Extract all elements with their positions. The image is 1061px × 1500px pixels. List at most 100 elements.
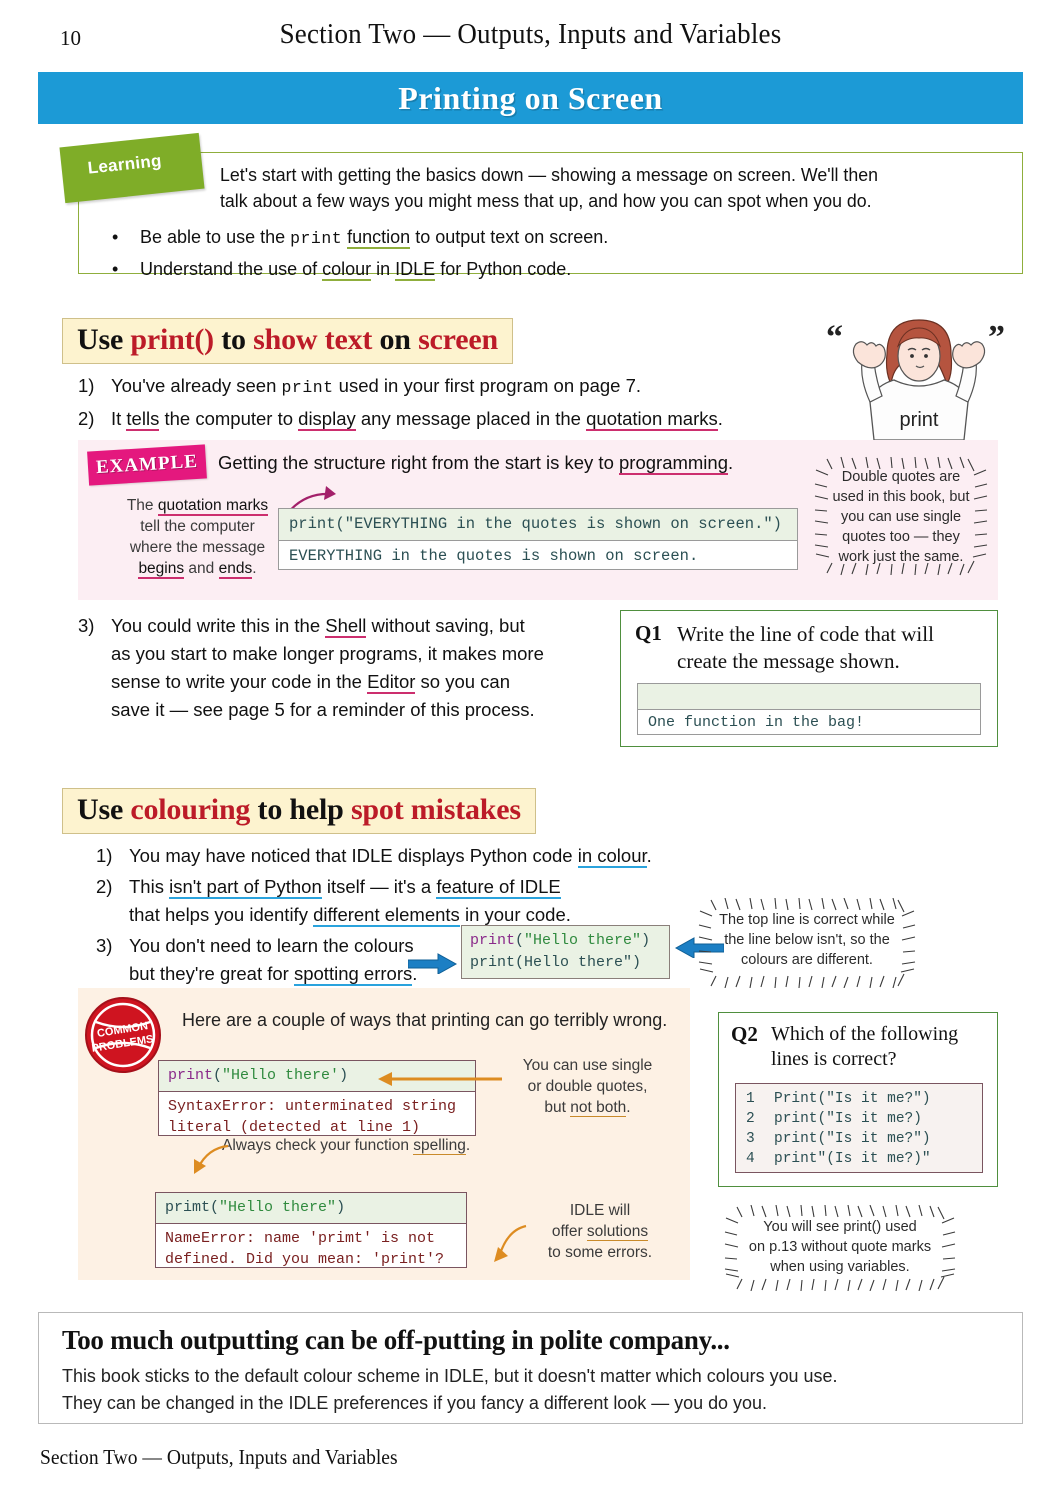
s2-i3-l1: You don't need to learn the colours (129, 935, 414, 956)
example-code-box: print("EVERYTHING in the quotes is shown… (278, 508, 798, 570)
s1-i3-l1b: without saving, but (366, 615, 525, 636)
s2-item-2: 2) This isn't part of Python itself — it… (96, 873, 716, 929)
q1-answer-input[interactable] (638, 684, 980, 710)
p1-ann-l1: You can use single (522, 1057, 653, 1074)
right-quote-glyph: ” (988, 319, 1005, 356)
ex-ann-l1-pre: The (126, 497, 158, 514)
jagged-border-icon (698, 898, 916, 988)
lo2-pre: Understand the use of (140, 259, 323, 279)
s1h-3: show text (253, 323, 373, 356)
p1-err-l1: SyntaxError: unterminated string (168, 1098, 457, 1115)
link-spotting-errors: spotting errors (293, 963, 413, 986)
lo-tab-line1: Learning (86, 150, 163, 178)
lo1-pre: Be able to use the (140, 227, 291, 247)
p1-fn: print (168, 1067, 214, 1084)
footer-body-line2: They can be changed in the IDLE preferen… (62, 1392, 767, 1413)
sticky1-line2: used in this book, but (832, 489, 970, 505)
footer-joke-heading: Too much outputting can be off-putting i… (62, 1325, 730, 1355)
ex-ann-l4-end: . (252, 560, 257, 577)
s1-i3-l2: as you start to make longer programs, it… (111, 643, 544, 664)
s1-item2-c: any message placed in the (355, 408, 587, 429)
ex-ann-l3: where the message (129, 539, 266, 556)
section2-heading: Use colouring to help spot mistakes (62, 788, 536, 834)
s1h-5: screen (418, 323, 498, 356)
lo-intro-line1: Let's start with getting the basics down… (220, 164, 879, 185)
example-code-input: print("EVERYTHING in the quotes is shown… (279, 509, 797, 541)
p2-fn: primt (165, 1199, 211, 1216)
s2-i3-l2a: but they're great for (129, 963, 294, 984)
colour-compare-code-box: print("Hello there") print(Hello there") (461, 925, 670, 979)
section1-list: 1) You've already seen print used in you… (78, 372, 798, 436)
q2-opt4-code: print"(Is it me?)" (774, 1151, 931, 1167)
s1-item2-number: 2) (78, 408, 95, 429)
question-2-box: Q2 Which of the following lines is corre… (718, 1012, 998, 1187)
link-not-both: not both (570, 1099, 627, 1117)
lo2-post: for Python code. (435, 259, 572, 279)
arrow-right-blue-icon (408, 953, 458, 974)
example-badge: EXAMPLE (87, 444, 207, 486)
p1-err-l2: literal (detected at line 1) (168, 1119, 421, 1136)
problem2-code-box: primt("Hello there") NameError: name 'pr… (155, 1192, 467, 1268)
sticky1-line3: you can use single (840, 509, 962, 525)
example-code-output: EVERYTHING in the quotes is shown on scr… (289, 547, 699, 565)
sticky1-line5: work just the same. (838, 549, 964, 565)
topic-title: Printing on Screen (398, 80, 663, 116)
q2-label: Q2 (731, 1022, 758, 1046)
learning-objectives-list: • Be able to use the print function to o… (112, 222, 992, 284)
s1-i3-l3b: so you can (415, 671, 511, 692)
lo2-link-colour: colour (322, 259, 372, 281)
p2-close: ) (336, 1199, 346, 1216)
s2-i2-l1b: itself — it's a (321, 876, 437, 897)
textbook-page: 10 Section Two — Outputs, Inputs and Var… (0, 0, 1061, 1500)
learning-objectives-intro: Let's start with getting the basics down… (220, 162, 978, 214)
link-isnt-part-of-python: isn't part of Python (169, 876, 322, 899)
q2-option-2[interactable]: 2 print("Is it me?) (736, 1109, 982, 1129)
compare-fn-print: print (470, 932, 516, 949)
link-display: display (298, 408, 356, 431)
link-programming: programming (619, 452, 728, 475)
p1-ann-l3: but (544, 1099, 571, 1116)
link-in-colour: in colour (577, 845, 647, 868)
ex-ann-l4-mid: and (184, 560, 219, 577)
p2-string: "Hello there" (219, 1199, 337, 1216)
q2-text-line1: Which of the following (771, 1023, 959, 1045)
lo-item-1: • Be able to use the print function to o… (112, 222, 992, 254)
compare-line-2: print(Hello there") (470, 954, 642, 971)
q2-opt2-num: 2 (746, 1111, 755, 1127)
q1-label: Q1 (635, 621, 662, 645)
p2-open: ( (210, 1199, 220, 1216)
q2-option-4[interactable]: 4 print"(Is it me?)" (736, 1149, 982, 1169)
example-lead-post: . (728, 452, 734, 473)
problem1-annotation: You can use single or double quotes, but… (500, 1055, 675, 1118)
common-problems-stamp: COMMON PROBLEMS (84, 996, 162, 1074)
p1-string: "Hello there' (222, 1067, 340, 1084)
s1-item-1: 1) You've already seen print used in you… (78, 372, 798, 402)
compare-close-paren: ) (641, 932, 651, 949)
s1-item2-b: the computer to (159, 408, 299, 429)
topic-title-bar: Printing on Screen (38, 72, 1023, 124)
q2-opt1-num: 1 (746, 1091, 755, 1107)
s1-item3-number: 3) (78, 615, 95, 636)
s2-i2-l1a: This (129, 876, 170, 897)
q2-opt3-num: 3 (746, 1131, 755, 1147)
ex-ann-l2: tell the computer (140, 518, 255, 535)
problem2-annotation-top: Always check your function spelling. (222, 1135, 482, 1156)
s1-item2-d: . (717, 408, 723, 429)
lo1-code: print (290, 229, 343, 248)
air-quotes-illustration: “ ” print (812, 308, 1027, 441)
arrow-curved-orange-icon (194, 1144, 229, 1174)
link-solutions: solutions (586, 1223, 649, 1241)
q2-option-1[interactable]: 1 Print("Is it me?") (736, 1089, 982, 1109)
p2-annr-l3: to some errors. (547, 1244, 653, 1261)
problem2-code-line: primt("Hello there") (156, 1193, 466, 1224)
p1-ann-l2: or double quotes, (527, 1078, 648, 1095)
link-spelling: spelling (413, 1137, 466, 1155)
link-different-elements: different elements (313, 904, 460, 927)
example-badge-label: EXAMPLE (95, 450, 199, 479)
s1-item1-post: used in your first program on page 7. (333, 375, 642, 396)
footer-joke-body: This book sticks to the default colour s… (62, 1362, 964, 1416)
s1-item1-pre: You've already seen (111, 375, 282, 396)
q2-opt3-code: print("Is it me?") (774, 1131, 931, 1147)
s1-i3-l3a: sense to write your code in the (111, 671, 368, 692)
q2-option-3[interactable]: 3 print("Is it me?") (736, 1129, 982, 1149)
